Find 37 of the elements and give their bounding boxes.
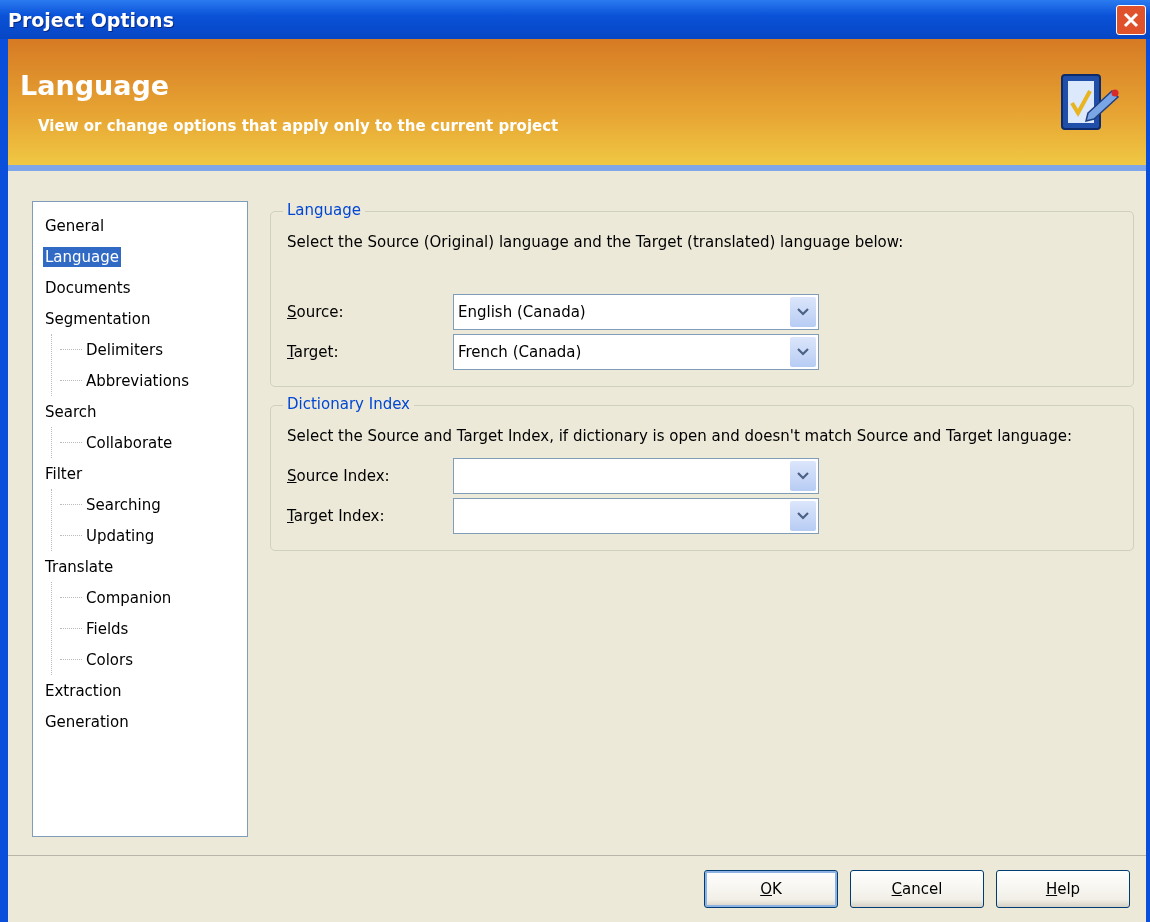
tree-item[interactable]: Delimiters: [84, 339, 165, 360]
tree-item[interactable]: Searching: [84, 494, 163, 515]
tree-item[interactable]: Search: [43, 401, 99, 422]
tree-item[interactable]: Language: [43, 246, 122, 267]
tree-item[interactable]: Filter: [43, 463, 85, 484]
tree-item[interactable]: General: [43, 215, 107, 236]
tree-item[interactable]: Documents: [43, 277, 133, 298]
dropdown-field[interactable]: [453, 498, 819, 534]
dropdown-field[interactable]: English (Canada): [453, 294, 819, 330]
window-title: Project Options: [8, 8, 174, 31]
tree-item[interactable]: Translate: [43, 556, 116, 577]
dropdown-field[interactable]: [453, 458, 819, 494]
tree-item[interactable]: Segmentation: [43, 308, 153, 329]
tree-item[interactable]: Fields: [84, 618, 131, 639]
tree-item[interactable]: Extraction: [43, 680, 124, 701]
tree-item[interactable]: Collaborate: [84, 432, 175, 453]
group-title: Language: [283, 201, 366, 219]
dialog-button[interactable]: OK: [704, 870, 838, 908]
group-description: Select the Source (Original) language and the Target (translated) language below:: [287, 232, 905, 252]
dialog-button[interactable]: Help: [996, 870, 1130, 908]
group-description: Select the Source and Target Index, if dictionary is open and doesn't match Source and Target language:: [287, 426, 1074, 446]
tree-item[interactable]: Updating: [84, 525, 157, 546]
page-title: Language: [20, 69, 171, 101]
tree-item[interactable]: Abbreviations: [84, 370, 192, 391]
field-label: Target Index:: [287, 507, 386, 525]
tree-item[interactable]: Companion: [84, 587, 174, 608]
close-button[interactable]: [1116, 4, 1146, 35]
group-title: Dictionary Index: [283, 395, 414, 413]
field-label: Source:: [287, 303, 345, 321]
field-label: Source Index:: [287, 467, 391, 485]
field-label: Target:: [287, 343, 340, 361]
tree-item[interactable]: Generation: [43, 711, 131, 732]
dialog-button[interactable]: Cancel: [850, 870, 984, 908]
tree-item[interactable]: Colors: [84, 649, 135, 670]
page-subtitle: View or change options that apply only to the current project: [37, 116, 559, 135]
close-icon: [1122, 10, 1140, 29]
dropdown-field[interactable]: French (Canada): [453, 334, 819, 370]
